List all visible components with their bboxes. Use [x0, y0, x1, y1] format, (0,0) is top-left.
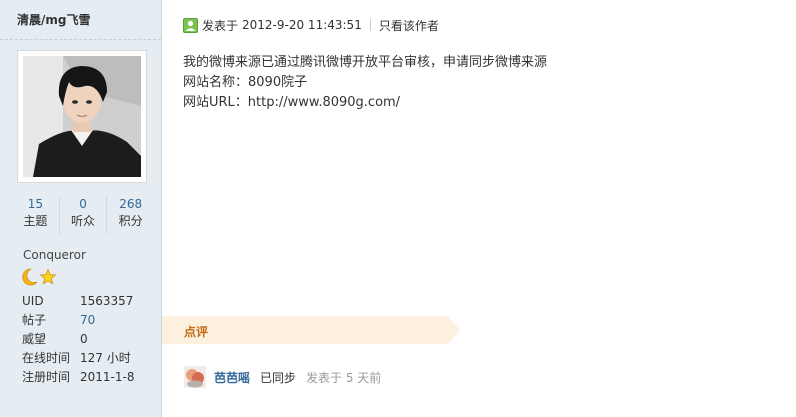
- author-avatar[interactable]: [17, 50, 147, 183]
- avatar-photo: [23, 56, 141, 177]
- comment-text: 已同步: [260, 370, 297, 385]
- author-browser-tag: Conqueror: [23, 248, 86, 262]
- stat-topics[interactable]: 15 主题: [12, 196, 60, 234]
- stat-followers[interactable]: 0 听众: [60, 196, 108, 234]
- comment-avatar[interactable]: [184, 366, 206, 388]
- rank-icon: [22, 268, 57, 286]
- stat-topics-label: 主题: [23, 214, 48, 228]
- info-value: 0: [80, 331, 88, 346]
- info-row-online-time: 在线时间 127 小时: [22, 348, 134, 367]
- divider: [369, 19, 371, 31]
- info-key: 威望: [22, 332, 47, 346]
- posted-label: 发表于: [202, 18, 239, 33]
- info-key: 注册时间: [22, 370, 71, 384]
- comment-section-label: 点评: [184, 325, 209, 339]
- post-line: 我的微博来源已通过腾讯微博开放平台审核，申请同步微博来源: [183, 55, 548, 70]
- stat-followers-value: 0: [79, 197, 87, 211]
- info-row-prestige: 威望 0: [22, 329, 134, 348]
- comment-item: 芭芭嗂 已同步 发表于 5 天前: [184, 366, 381, 388]
- post-header: 发表于 2012-9-20 11:43:51 只看该作者: [183, 16, 439, 34]
- stat-points-label: 积分: [118, 214, 143, 228]
- comment-section-header: 点评: [162, 316, 462, 344]
- comment-username[interactable]: 芭芭嗂: [214, 369, 250, 386]
- info-key: 帖子: [22, 313, 47, 327]
- comment-time: 发表于 5 天前: [306, 370, 382, 385]
- stat-points[interactable]: 268 积分: [107, 196, 154, 234]
- post-content: 我的微博来源已通过腾讯微博开放平台审核，申请同步微博来源 网站名称：8090院子…: [183, 53, 547, 113]
- author-username[interactable]: 清晨/mg飞雪: [0, 0, 161, 40]
- author-stats: 15 主题 0 听众 268 积分: [12, 196, 154, 234]
- author-info-table: UID 1563357 帖子 70 威望 0 在线时间 127 小时 注册时间 …: [22, 291, 134, 386]
- posts-count-link[interactable]: 70: [80, 310, 134, 329]
- post-line: 网站名称：8090院子: [183, 75, 308, 90]
- stat-points-value: 268: [119, 197, 143, 211]
- view-author-only-link[interactable]: 只看该作者: [379, 17, 439, 34]
- post-date: 2012-9-20 11:43:51: [242, 18, 362, 32]
- info-row-posts: 帖子 70: [22, 310, 134, 329]
- info-row-register-date: 注册时间 2011-1-8: [22, 367, 134, 386]
- info-row-uid: UID 1563357: [22, 291, 134, 310]
- info-key: 在线时间: [22, 351, 71, 365]
- stat-topics-value: 15: [27, 197, 43, 211]
- online-status-icon: [183, 17, 198, 33]
- stat-followers-label: 听众: [71, 214, 96, 228]
- user-sidebar: 清晨/mg飞雪 15 主题 0 听众 268 积分 Conqueror UID …: [0, 0, 162, 417]
- info-key: UID: [22, 293, 44, 308]
- post-line: 网站URL：http://www.8090g.com/: [183, 95, 401, 110]
- info-value: 2011-1-8: [80, 369, 135, 384]
- info-value: 127 小时: [80, 351, 131, 365]
- info-value: 1563357: [80, 293, 134, 308]
